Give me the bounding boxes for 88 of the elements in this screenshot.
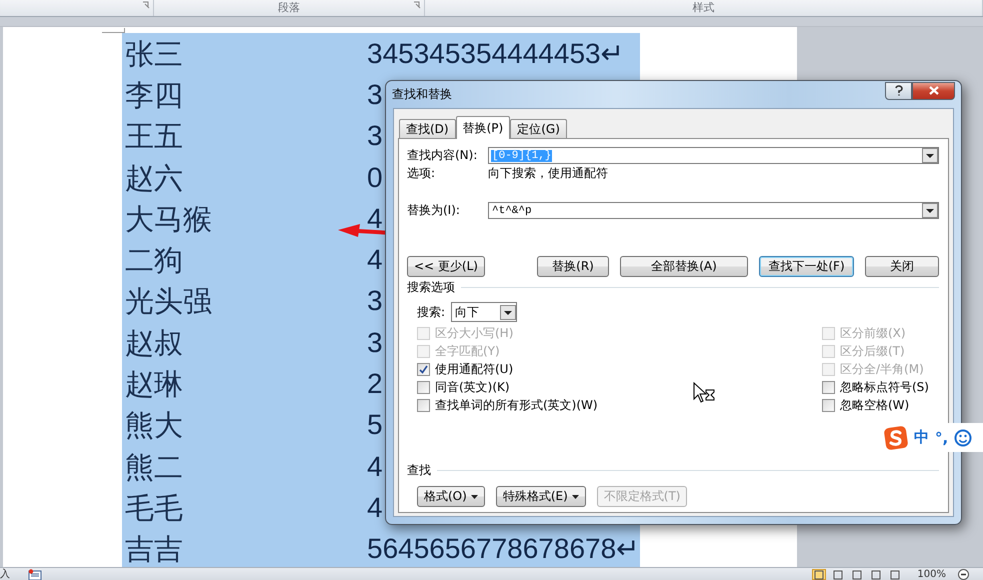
checkbox[interactable]: [822, 398, 835, 412]
status-mode: 入: [0, 568, 10, 580]
field-label: 搜索:: [417, 304, 446, 320]
input-mode-text[interactable]: °,: [935, 428, 948, 446]
number-text: 3: [367, 120, 383, 152]
name-text: 二狗: [125, 243, 184, 278]
dialog-button[interactable]: << 更少(L): [407, 256, 485, 277]
checkbox-label: 区分前缀(X): [840, 324, 906, 342]
number-text: 4: [367, 450, 383, 483]
busy-cursor-icon: [693, 382, 717, 404]
checkbox-label: 同音(英文)(K): [435, 378, 510, 396]
number-text: 5645656778678678↵: [367, 533, 640, 566]
number-text: 5: [367, 409, 383, 442]
close-button[interactable]: [912, 82, 955, 100]
number-text: 4: [367, 244, 383, 276]
checkbox-label: 区分全/半角(M): [840, 360, 924, 378]
checkbox[interactable]: [417, 362, 430, 376]
number-text: 4: [367, 492, 383, 524]
checkbox[interactable]: [822, 380, 835, 394]
section-title: 查找: [407, 462, 431, 479]
checkbox[interactable]: [417, 398, 430, 412]
dialog-launcher-icon[interactable]: [413, 1, 421, 9]
checkbox-label: 使用通配符(U): [435, 360, 514, 378]
tab[interactable]: 替换(P): [456, 116, 510, 139]
checkbox-label: 区分大小写(H): [435, 324, 514, 342]
view-mode-icon[interactable]: [850, 568, 864, 580]
dialog-button[interactable]: 查找下一处(F): [759, 256, 854, 277]
dialog-title: 查找和替换: [392, 86, 453, 103]
checkbox[interactable]: [417, 380, 430, 394]
tab[interactable]: 定位(G): [510, 119, 567, 138]
field-label: 选项:: [407, 165, 436, 182]
dialog-button[interactable]: 关闭: [865, 256, 939, 277]
caret-icon: [470, 494, 478, 498]
name-text: 熊二: [125, 450, 184, 484]
dialog-button[interactable]: 替换(R): [537, 256, 609, 277]
input-method-logo-icon[interactable]: [884, 426, 908, 450]
view-mode-icon[interactable]: [888, 568, 902, 580]
number-text: 345345354444453↵: [367, 38, 624, 70]
number-text: 3: [367, 78, 383, 111]
document-status-icon[interactable]: [28, 568, 42, 580]
checkbox-label: 查找单词的所有形式(英文)(W): [435, 396, 598, 414]
name-text: 赵琳: [125, 367, 184, 402]
name-text: 王五: [125, 119, 184, 154]
name-text: 赵叔: [125, 326, 184, 360]
number-text: 0: [367, 162, 383, 194]
help-icon: [894, 85, 902, 96]
name-text: 李四: [125, 78, 184, 112]
number-text: 4: [367, 202, 383, 235]
ribbon-group-label: 样式: [692, 2, 714, 14]
view-mode-icon[interactable]: [869, 568, 884, 580]
field-label: 查找内容(N):: [407, 147, 478, 164]
name-text: 毛毛: [125, 490, 184, 525]
name-text: 张三: [125, 36, 184, 71]
tab[interactable]: 查找(D): [399, 119, 456, 138]
ribbon-group-label: 段落: [278, 2, 300, 14]
format-button[interactable]: 格式(O): [417, 486, 485, 507]
name-text: 光头强: [125, 284, 213, 318]
replace-field[interactable]: ^t^&^p: [488, 202, 939, 219]
number-text: 3: [367, 285, 383, 318]
caret-icon: [572, 494, 579, 498]
search-direction-select[interactable]: 向下: [451, 302, 518, 322]
view-mode-icon[interactable]: [812, 568, 826, 580]
number-text: 3: [367, 326, 383, 359]
input-mode-text[interactable]: 中: [914, 428, 929, 447]
smiley-icon[interactable]: [954, 428, 972, 446]
name-text: 熊大: [125, 408, 184, 442]
name-text: 大马猴: [125, 202, 213, 236]
dropdown-button[interactable]: [500, 304, 516, 320]
dialog-button[interactable]: 全部替换(A): [620, 256, 748, 277]
name-text: 赵六: [125, 160, 184, 195]
checkbox-label: 区分后缀(T): [840, 342, 905, 360]
zoom-out-icon[interactable]: [958, 568, 969, 580]
view-mode-icon[interactable]: [831, 568, 846, 580]
checkbox-label: 全字匹配(Y): [435, 342, 500, 360]
format-button[interactable]: 特殊格式(E): [496, 486, 586, 507]
number-text: 2: [367, 368, 383, 400]
zoom-level: 100%: [917, 568, 946, 580]
dropdown-button[interactable]: [922, 148, 938, 163]
field-label: 替换为(I):: [407, 202, 461, 219]
name-text: 吉吉: [125, 532, 184, 566]
help-button[interactable]: [885, 82, 912, 100]
dialog-launcher-icon[interactable]: [142, 1, 150, 9]
options-text: 向下搜索，使用通配符: [488, 165, 608, 182]
checkbox-label: 忽略标点符号(S): [840, 378, 929, 396]
section-title: 搜索选项: [407, 279, 455, 296]
dropdown-button[interactable]: [922, 203, 938, 218]
close-icon: [928, 86, 938, 95]
checkbox-label: 忽略空格(W): [840, 396, 910, 414]
